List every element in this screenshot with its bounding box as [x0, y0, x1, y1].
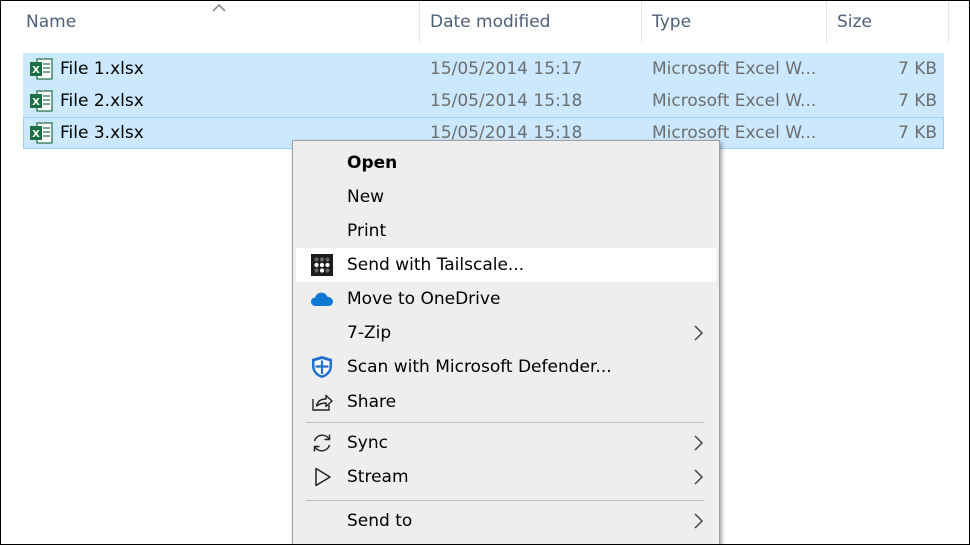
file-date-modified: 15/05/2014 15:18 — [430, 91, 583, 111]
onedrive-cloud-icon — [311, 292, 333, 306]
column-header-type[interactable]: Type — [644, 1, 827, 43]
svg-text:X: X — [32, 65, 40, 76]
column-header-type-label: Type — [652, 12, 692, 32]
menu-item-label: Send with Tailscale... — [347, 255, 525, 275]
menu-item-label: 7-Zip — [347, 323, 392, 343]
file-size: 7 KB — [897, 59, 937, 79]
svg-text:X: X — [32, 97, 40, 108]
play-icon — [315, 467, 331, 487]
menu-item-new[interactable]: New — [296, 180, 716, 214]
file-row[interactable]: X File 1.xlsx 15/05/2014 15:17 Microsoft… — [23, 53, 944, 85]
column-header-size-label: Size — [837, 12, 872, 32]
menu-item-7-zip[interactable]: 7-Zip — [296, 316, 716, 350]
menu-item-stream[interactable]: Stream — [296, 460, 716, 494]
svg-text:X: X — [32, 129, 40, 140]
menu-separator — [306, 422, 704, 423]
menu-item-print[interactable]: Print — [296, 214, 716, 248]
excel-file-icon: X — [30, 122, 53, 144]
menu-item-send-with-tailscale[interactable]: Send with Tailscale... — [296, 248, 716, 282]
tailscale-icon — [311, 254, 333, 276]
file-size: 7 KB — [897, 91, 937, 111]
menu-item-label: Sync — [347, 433, 388, 453]
file-name: File 2.xlsx — [60, 91, 144, 111]
excel-file-icon: X — [30, 58, 53, 80]
menu-item-move-to-onedrive[interactable]: Move to OneDrive — [296, 282, 716, 316]
menu-item-scan-with-defender[interactable]: Scan with Microsoft Defender... — [296, 350, 716, 384]
share-icon — [312, 394, 333, 411]
menu-item-sync[interactable]: Sync — [296, 426, 716, 460]
menu-item-label: New — [347, 187, 385, 207]
column-header-size[interactable]: Size — [829, 1, 949, 43]
context-menu: Open New Print Send with Tailscale... Mo… — [292, 140, 720, 544]
file-name: File 3.xlsx — [60, 123, 144, 143]
menu-item-label: Print — [347, 221, 387, 241]
menu-item-label: Open — [347, 153, 398, 173]
chevron-right-icon — [694, 435, 704, 451]
file-explorer-window: Name Date modified Type Size X File 1.xl… — [0, 0, 970, 545]
file-type: Microsoft Excel W... — [652, 59, 817, 79]
menu-item-send-to[interactable]: Send to — [296, 504, 716, 538]
menu-item-label: Share — [347, 392, 397, 412]
menu-item-label: Stream — [347, 467, 409, 487]
menu-item-share[interactable]: Share — [296, 385, 716, 419]
menu-item-label: Send to — [347, 511, 413, 531]
chevron-right-icon — [694, 325, 704, 341]
file-type: Microsoft Excel W... — [652, 91, 817, 111]
defender-shield-icon — [312, 356, 332, 378]
file-name: File 1.xlsx — [60, 59, 144, 79]
column-header-date[interactable]: Date modified — [422, 1, 642, 43]
excel-file-icon: X — [30, 90, 53, 112]
file-size: 7 KB — [897, 123, 937, 143]
menu-item-open[interactable]: Open — [296, 146, 716, 180]
sync-icon — [313, 434, 331, 452]
file-date-modified: 15/05/2014 15:17 — [430, 59, 583, 79]
sort-ascending-chevron-icon[interactable] — [212, 3, 226, 13]
menu-item-label: Scan with Microsoft Defender... — [347, 357, 612, 377]
chevron-right-icon — [694, 469, 704, 485]
menu-separator — [306, 500, 704, 501]
file-row[interactable]: X File 2.xlsx 15/05/2014 15:18 Microsoft… — [23, 85, 944, 117]
column-header-name-label: Name — [26, 12, 77, 32]
menu-item-label: Move to OneDrive — [347, 289, 501, 309]
chevron-right-icon — [694, 513, 704, 529]
column-header-date-label: Date modified — [430, 12, 551, 32]
